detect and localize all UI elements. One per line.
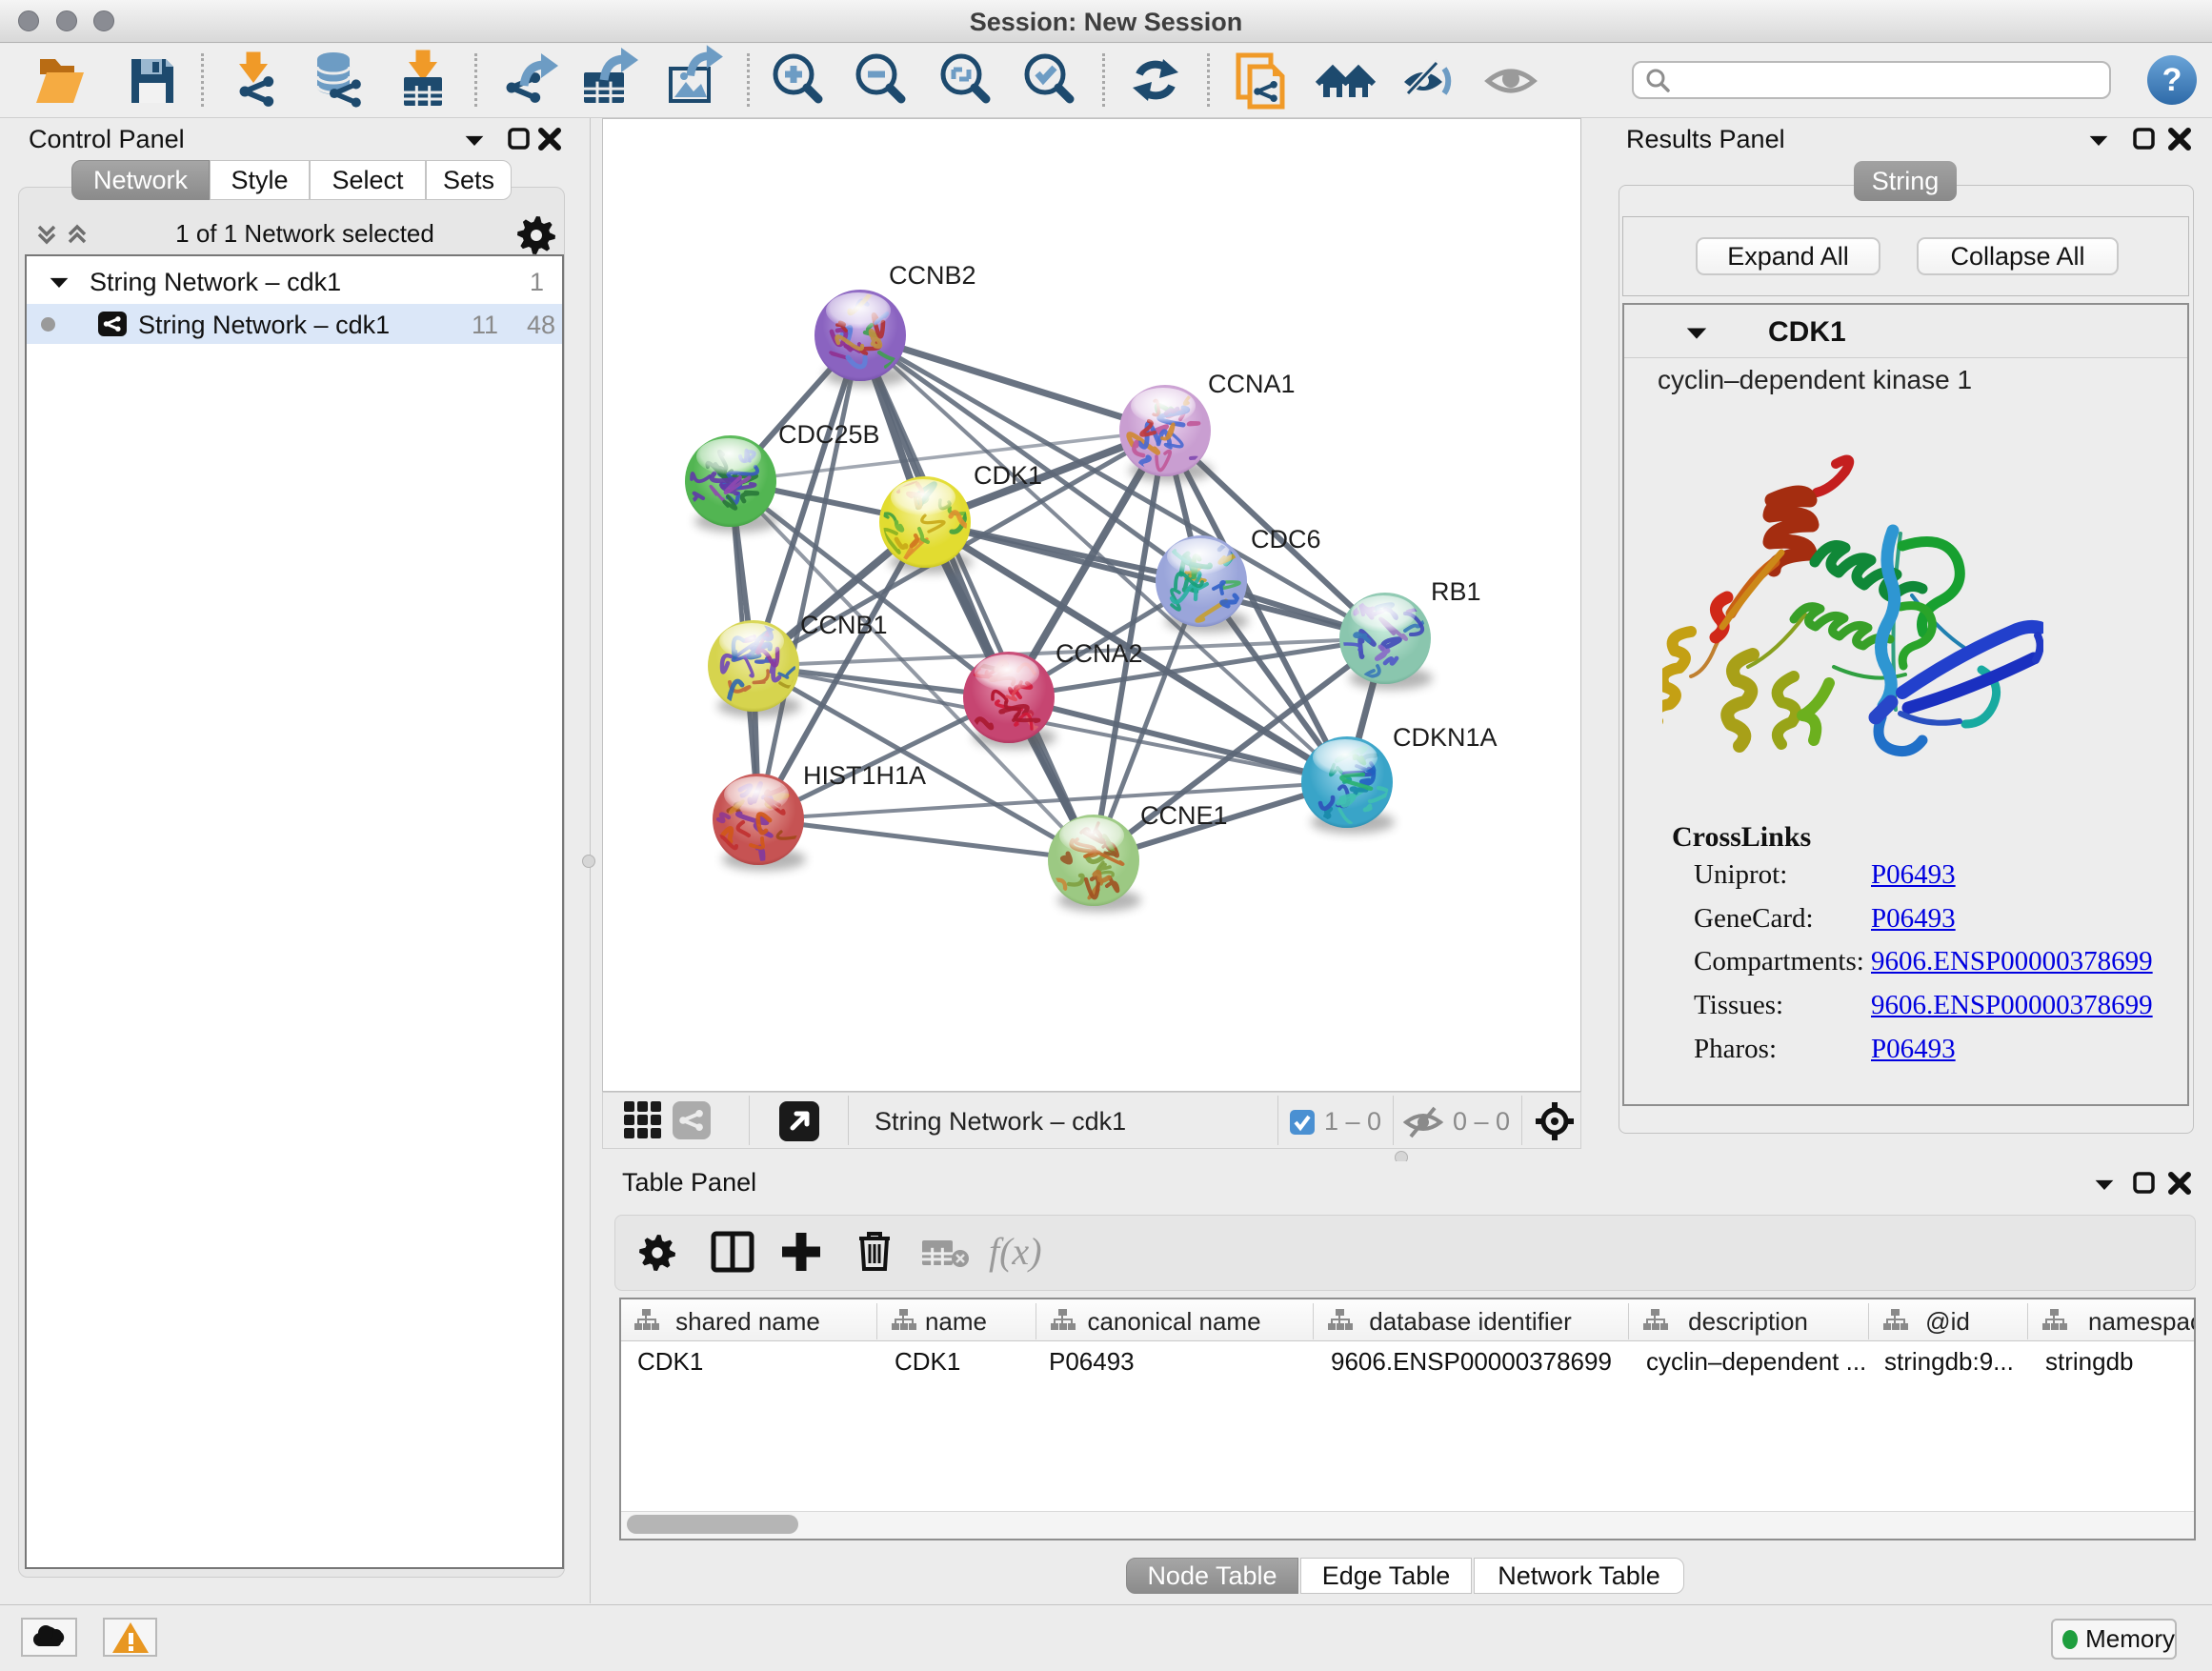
svg-text:HIST1H1A: HIST1H1A: [803, 761, 926, 790]
svg-text:CCNB2: CCNB2: [889, 261, 976, 290]
svg-text:RB1: RB1: [1431, 577, 1481, 606]
svg-text:CDK1: CDK1: [974, 461, 1042, 490]
svg-text:CDKN1A: CDKN1A: [1393, 723, 1498, 752]
svg-text:CDC25B: CDC25B: [778, 420, 880, 449]
svg-text:CCNB1: CCNB1: [800, 611, 888, 639]
svg-text:CDC6: CDC6: [1251, 525, 1321, 554]
svg-text:CCNA1: CCNA1: [1208, 370, 1296, 398]
svg-text:CCNE1: CCNE1: [1140, 801, 1228, 830]
svg-text:CCNA2: CCNA2: [1056, 639, 1143, 668]
